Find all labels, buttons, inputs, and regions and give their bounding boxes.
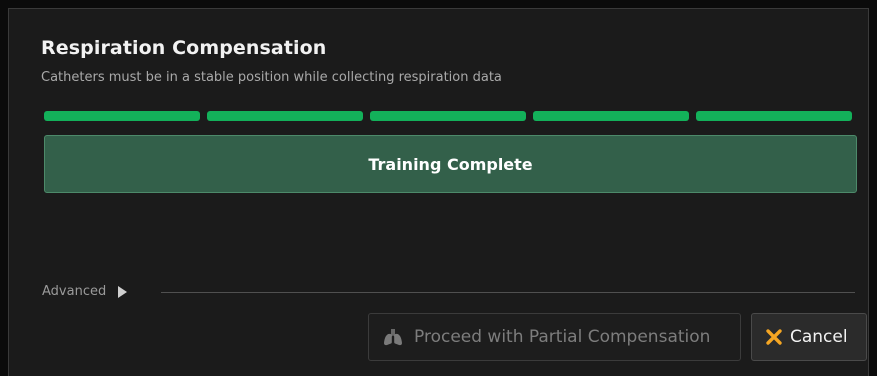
progress-segment-1 bbox=[44, 111, 200, 121]
dialog-title: Respiration Compensation bbox=[41, 37, 327, 59]
progress-segment-2 bbox=[207, 111, 363, 121]
proceed-partial-compensation-button[interactable]: Proceed with Partial Compensation bbox=[368, 313, 741, 361]
proceed-button-label: Proceed with Partial Compensation bbox=[414, 327, 711, 347]
respiration-compensation-dialog: Respiration Compensation Catheters must … bbox=[8, 8, 869, 376]
dialog-subtitle: Catheters must be in a stable position w… bbox=[41, 70, 502, 85]
progress-segment-4 bbox=[533, 111, 689, 121]
advanced-divider bbox=[161, 292, 855, 293]
triangle-right-icon[interactable] bbox=[118, 285, 128, 298]
cancel-button[interactable]: Cancel bbox=[751, 313, 867, 361]
training-status-bar: Training Complete bbox=[44, 135, 857, 193]
x-icon bbox=[766, 329, 782, 345]
progress-segments bbox=[44, 111, 852, 121]
training-status-text: Training Complete bbox=[368, 154, 533, 174]
cancel-button-label: Cancel bbox=[790, 327, 848, 347]
progress-segment-3 bbox=[370, 111, 526, 121]
advanced-toggle[interactable]: Advanced bbox=[42, 284, 128, 299]
advanced-label: Advanced bbox=[42, 284, 107, 299]
lungs-icon bbox=[384, 329, 402, 346]
progress-segment-5 bbox=[696, 111, 852, 121]
